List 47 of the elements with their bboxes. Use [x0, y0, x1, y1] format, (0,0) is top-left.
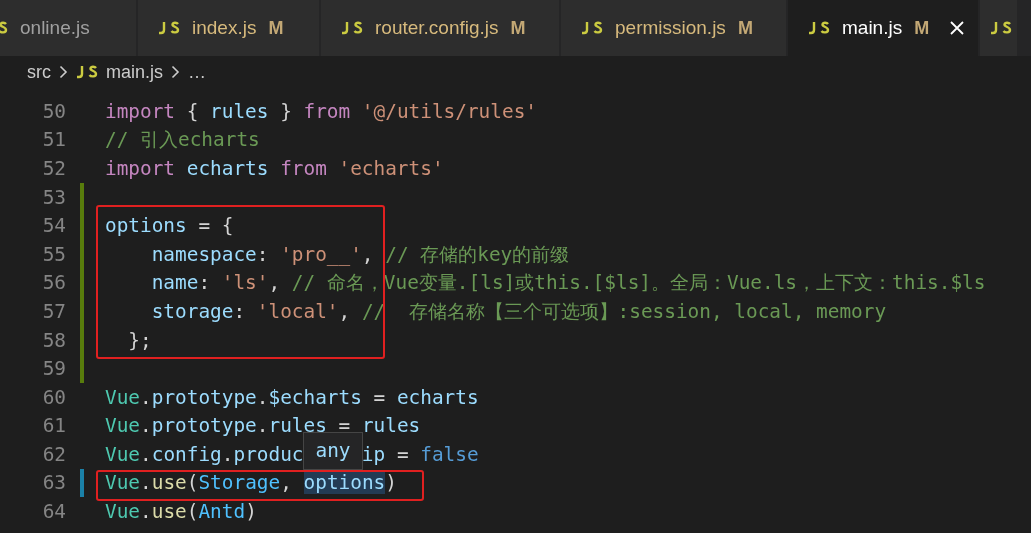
line-number: 53: [41, 184, 66, 211]
code-line: storage: 'local', // 存储名称【三个可选项】:session, local, memory: [150, 298, 887, 325]
line-number: 63: [41, 470, 66, 497]
code-line: Vue.config.produc: [105, 441, 304, 468]
editor-tab[interactable]: main.js M: [788, 0, 978, 56]
line-number: 51: [41, 127, 66, 154]
chevron-right-icon: [171, 65, 180, 79]
js-file-icon: [808, 21, 830, 35]
editor-tab[interactable]: [980, 0, 1017, 56]
js-file-icon: [158, 21, 180, 35]
js-file-icon: [76, 65, 98, 79]
line-number: 52: [41, 155, 66, 182]
line-number: 54: [41, 213, 66, 240]
line-number: 55: [41, 241, 66, 268]
close-icon[interactable]: [949, 20, 966, 36]
line-number: 61: [41, 413, 66, 440]
line-number: 62: [41, 441, 66, 468]
breadcrumb-item[interactable]: main.js: [106, 58, 163, 86]
editor-tab[interactable]: index.js M: [138, 0, 319, 56]
code-line: Vue.use(Storage, options): [105, 470, 397, 497]
chevron-right-icon: [59, 65, 68, 79]
code-line: namespace: 'pro__', // 存储的key的前缀: [150, 241, 570, 268]
code-line: };: [127, 327, 152, 354]
code-line: options = {: [105, 213, 234, 240]
line-number: 60: [41, 384, 66, 411]
code-line: ip = false: [361, 441, 479, 468]
code-line: import { rules } from '@/utils/rules': [105, 98, 537, 125]
breadcrumb-item[interactable]: …: [188, 58, 206, 86]
hover-tooltip: any: [303, 432, 363, 470]
line-number: 57: [41, 298, 66, 325]
code-line: Vue.use(Antd): [105, 499, 257, 526]
code-line: name: 'ls', // 命名，Vue变量.[ls]或this.[$ls]。全局：Vue.ls，上下文：this.$ls: [150, 270, 986, 297]
code-line: import echarts from 'echarts': [105, 155, 444, 182]
code-line: // 引入echarts: [105, 127, 260, 154]
line-number: 64: [41, 499, 66, 526]
line-number: 59: [41, 356, 66, 383]
line-number: 56: [41, 270, 66, 297]
code-line: Vue.prototype.$echarts = echarts: [105, 384, 479, 411]
js-file-icon: [581, 21, 603, 35]
line-number: 50: [41, 98, 66, 125]
js-file-icon: [341, 21, 363, 35]
line-number: 58: [41, 327, 66, 354]
js-file-icon: [990, 21, 1012, 35]
editor-tab[interactable]: online.js: [0, 0, 136, 56]
editor-tab[interactable]: permission.js M: [561, 0, 786, 56]
breadcrumb-item[interactable]: src: [27, 58, 51, 86]
editor-tab[interactable]: router.config.js M: [321, 0, 559, 56]
